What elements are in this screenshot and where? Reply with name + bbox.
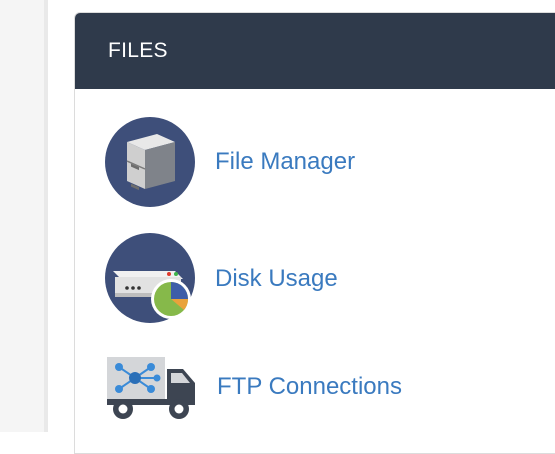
panel-header: FILES xyxy=(75,13,555,89)
ftp-connections-label: FTP Connections xyxy=(217,373,402,400)
ftp-truck-icon xyxy=(105,353,199,421)
panel-title: FILES xyxy=(108,39,168,62)
file-manager-label: File Manager xyxy=(215,148,356,175)
disk-usage-link[interactable]: Disk Usage xyxy=(105,233,338,325)
ftp-connections-link[interactable]: FTP Connections xyxy=(105,353,402,421)
files-panel: FILES File Manager Disk Usage FTP Connec… xyxy=(74,12,555,454)
disk-usage-icon xyxy=(105,233,197,325)
file-manager-link[interactable]: File Manager xyxy=(105,117,355,207)
sidebar-divider xyxy=(44,0,48,432)
disk-usage-label: Disk Usage xyxy=(215,265,338,292)
file-cabinet-icon xyxy=(105,117,195,207)
left-sidebar-strip xyxy=(0,0,48,432)
